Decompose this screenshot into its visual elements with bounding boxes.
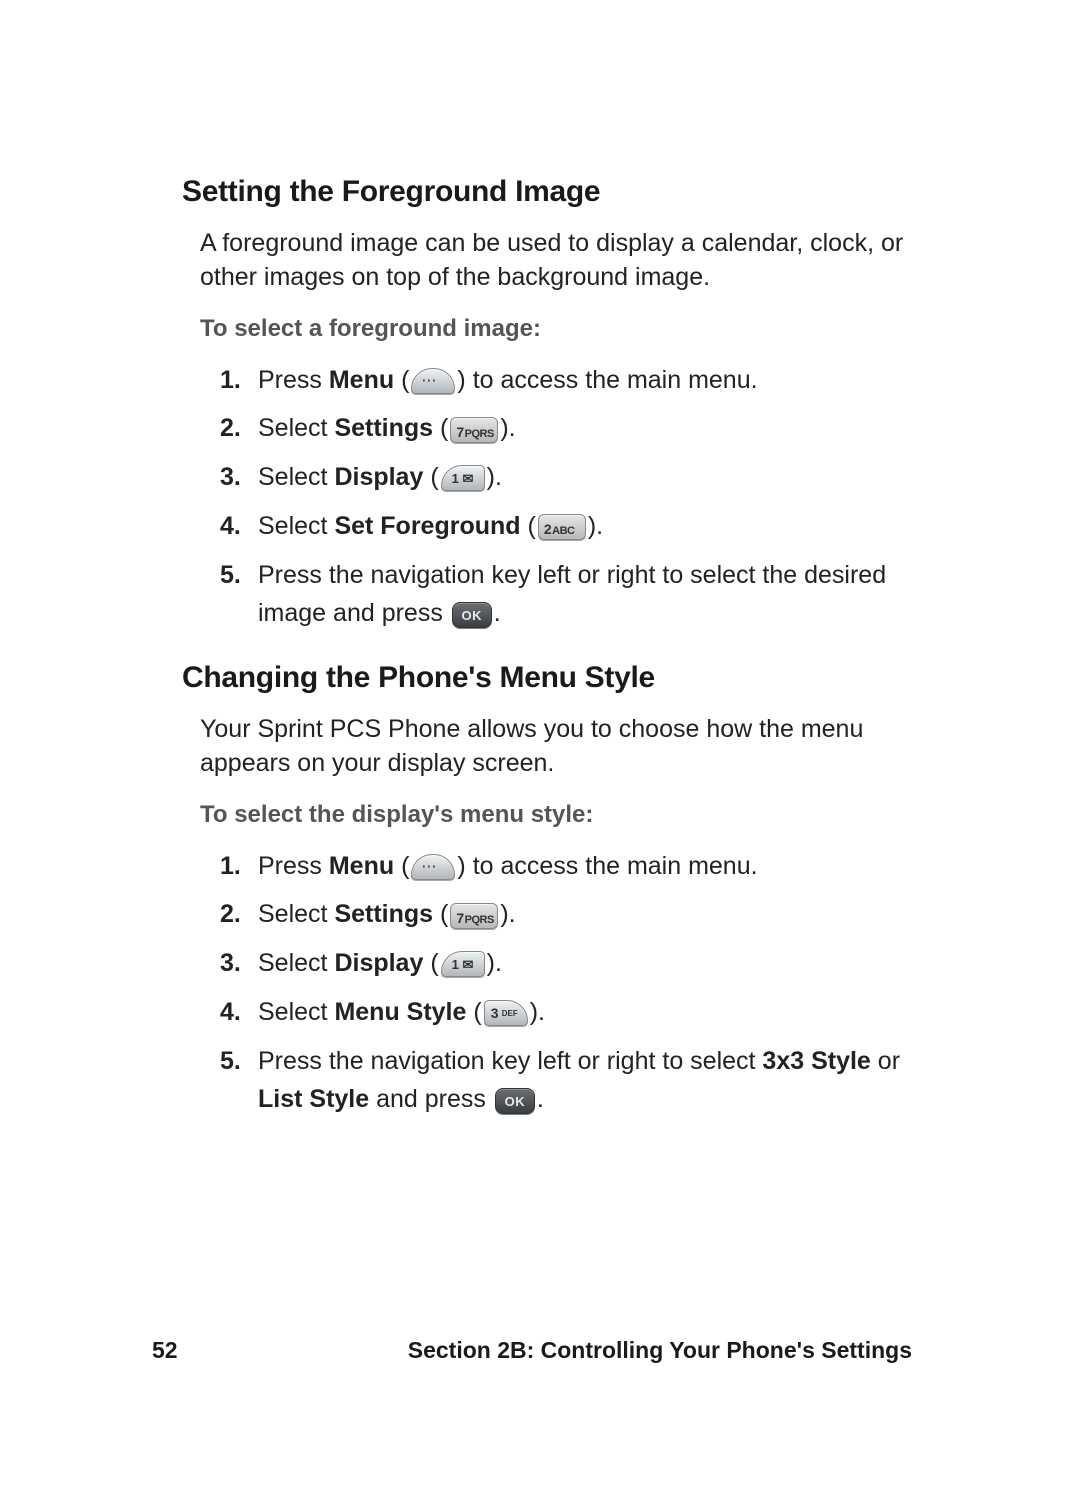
step-number: 4.	[220, 993, 241, 1032]
step-text: (	[394, 366, 409, 394]
subhead-menustyle: To select the display's menu style:	[200, 801, 912, 829]
intro-menustyle: Your Sprint PCS Phone allows you to choo…	[200, 713, 912, 781]
step-bold: 3x3 Style	[762, 1047, 870, 1075]
step-text: ).	[487, 949, 502, 977]
menu-key-icon	[411, 854, 455, 880]
step-number: 3.	[220, 458, 241, 497]
step-text: Press the navigation key left or right t…	[258, 1047, 762, 1075]
step-text: ).	[500, 900, 515, 928]
heading-foreground: Setting the Foreground Image	[182, 175, 912, 209]
manual-page: Setting the Foreground Image A foregroun…	[0, 0, 1080, 1119]
step-item: 3. Select Display ().	[220, 944, 912, 983]
step-text: Select	[258, 998, 334, 1026]
step-text: Press	[258, 852, 329, 880]
step-text: ).	[487, 463, 502, 491]
step-item: 1. Press Menu ( ) to access the main menu…	[220, 847, 912, 886]
three-key-icon	[484, 1000, 528, 1026]
ok-key-icon: OK	[495, 1088, 535, 1114]
step-text: Press	[258, 366, 329, 394]
page-footer: 52 Section 2B: Controlling Your Phone's …	[0, 1337, 1080, 1364]
step-text: (	[466, 998, 481, 1026]
step-item: 3. Select Display ().	[220, 458, 912, 497]
step-number: 1.	[220, 361, 241, 400]
step-text: Select	[258, 463, 334, 491]
step-item: 2. Select Settings (7PQRS).	[220, 895, 912, 934]
step-text: (	[521, 512, 536, 540]
step-text: ).	[588, 512, 603, 540]
step-text: Select	[258, 900, 334, 928]
seven-key-icon: 7PQRS	[450, 417, 498, 443]
step-text: Press the navigation key left or right t…	[258, 561, 886, 628]
step-number: 5.	[220, 1042, 241, 1081]
step-text: Select	[258, 949, 334, 977]
footer-section-label: Section 2B: Controlling Your Phone's Set…	[408, 1337, 912, 1364]
step-number: 2.	[220, 895, 241, 934]
step-item: 4. Select Menu Style ().	[220, 993, 912, 1032]
subhead-foreground: To select a foreground image:	[200, 315, 912, 343]
steps-menustyle: 1. Press Menu ( ) to access the main menu…	[220, 847, 912, 1120]
two-key-icon: 2ABC	[538, 514, 586, 540]
step-bold: Settings	[334, 900, 433, 928]
step-bold: List Style	[258, 1085, 369, 1113]
step-text: Select	[258, 414, 334, 442]
step-number: 4.	[220, 507, 241, 546]
step-text: ) to access the main menu.	[457, 852, 757, 880]
step-bold: Menu	[329, 366, 394, 394]
step-text: (	[423, 463, 438, 491]
menu-key-icon	[411, 368, 455, 394]
one-key-icon	[441, 951, 485, 977]
step-text: .	[494, 599, 501, 627]
step-number: 3.	[220, 944, 241, 983]
step-text: ) to access the main menu.	[457, 366, 757, 394]
heading-menustyle: Changing the Phone's Menu Style	[182, 661, 912, 695]
step-text: or	[871, 1047, 900, 1075]
step-bold: Display	[334, 463, 423, 491]
step-bold: Set Foreground	[334, 512, 520, 540]
one-key-icon	[441, 465, 485, 491]
step-text: Select	[258, 512, 334, 540]
step-number: 1.	[220, 847, 241, 886]
step-bold: Display	[334, 949, 423, 977]
step-text: (	[394, 852, 409, 880]
step-item: 2. Select Settings (7PQRS).	[220, 409, 912, 448]
step-item: 4. Select Set Foreground (2ABC).	[220, 507, 912, 546]
step-item: 1. Press Menu ( ) to access the main menu…	[220, 361, 912, 400]
step-bold: Settings	[334, 414, 433, 442]
step-text: ).	[500, 414, 515, 442]
step-text: (	[433, 900, 448, 928]
step-number: 2.	[220, 409, 241, 448]
step-item: 5. Press the navigation key left or righ…	[220, 1042, 912, 1120]
step-text: (	[433, 414, 448, 442]
page-number: 52	[152, 1337, 178, 1364]
step-bold: Menu Style	[334, 998, 466, 1026]
intro-foreground: A foreground image can be used to displa…	[200, 227, 912, 295]
step-number: 5.	[220, 556, 241, 595]
step-text: and press	[369, 1085, 493, 1113]
seven-key-icon: 7PQRS	[450, 903, 498, 929]
ok-key-icon: OK	[452, 602, 492, 628]
step-text: (	[423, 949, 438, 977]
step-text: .	[537, 1085, 544, 1113]
steps-foreground: 1. Press Menu ( ) to access the main menu…	[220, 361, 912, 634]
step-item: 5. Press the navigation key left or righ…	[220, 556, 912, 634]
step-text: ).	[530, 998, 545, 1026]
step-bold: Menu	[329, 852, 394, 880]
